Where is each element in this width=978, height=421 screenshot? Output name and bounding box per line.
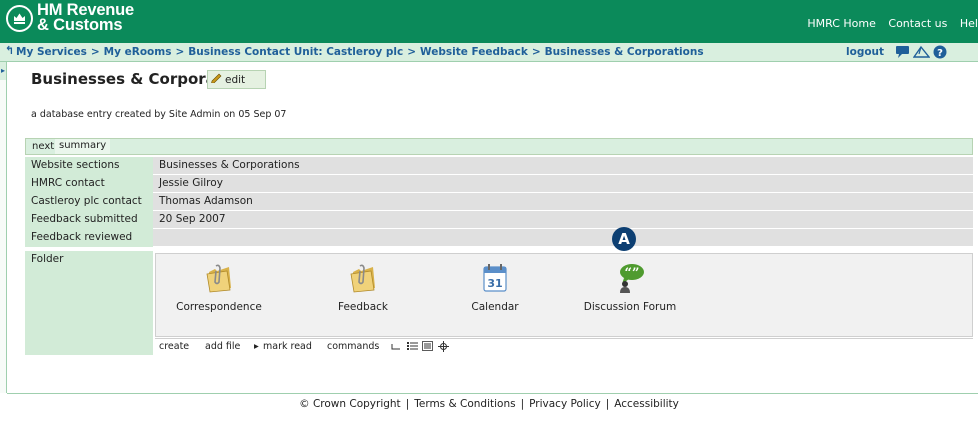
mark-read-button[interactable]: mark read xyxy=(263,341,312,352)
footer: © Crown Copyright | Terms & Conditions | Pri… xyxy=(0,398,978,410)
field-value: 20 Sep 2007 xyxy=(159,213,226,225)
field-label: Feedback submitted xyxy=(25,211,153,229)
left-rail xyxy=(0,62,7,393)
logout-link[interactable]: logout xyxy=(846,46,884,58)
folder-contents: Correspondence Feedback 31 Calendar “” D… xyxy=(155,253,973,337)
entry-fields-table: Website sections Businesses & Corporatio… xyxy=(25,157,973,247)
tab-next[interactable]: next xyxy=(32,141,54,152)
footer-separator: | xyxy=(520,398,525,410)
field-value: Thomas Adamson xyxy=(159,195,253,207)
chat-bubble-icon[interactable] xyxy=(895,44,910,63)
breadcrumb-current[interactable]: Businesses & Corporations xyxy=(545,46,704,58)
breadcrumb-business-contact-unit[interactable]: Business Contact Unit: Castleroy plc xyxy=(188,46,403,58)
edit-button[interactable]: edit xyxy=(207,70,266,89)
footer-separator: | xyxy=(405,398,410,410)
svg-text:?: ? xyxy=(937,48,943,59)
field-label: Castleroy plc contact xyxy=(25,193,153,211)
privacy-link[interactable]: Privacy Policy xyxy=(529,398,601,410)
pencil-icon xyxy=(211,73,223,86)
logo-line-2: & Customs xyxy=(37,16,123,34)
folder-item-label: Calendar xyxy=(471,301,519,313)
settings-crosshair-icon[interactable] xyxy=(438,341,449,355)
entry-created-info: a database entry created by Site Admin o… xyxy=(31,109,287,120)
folder-item-calendar[interactable]: 31 Calendar xyxy=(440,262,550,313)
breadcrumb-my-erooms[interactable]: My eRooms xyxy=(104,46,172,58)
calendar-day: 31 xyxy=(487,277,502,290)
field-label: HMRC contact xyxy=(25,175,153,193)
folder-icon xyxy=(347,262,379,294)
table-row: Website sections Businesses & Corporatio… xyxy=(25,157,973,175)
up-arrow-icon[interactable]: ↰ xyxy=(5,44,14,57)
folder-row: Folder Correspondence Feedback 31 Calend… xyxy=(25,251,973,355)
breadcrumb-separator: > xyxy=(531,46,541,58)
mark-read-triangle-icon[interactable]: ▸ xyxy=(254,341,259,352)
breadcrumb-website-feedback[interactable]: Website Feedback xyxy=(420,46,528,58)
folder-item-label: Feedback xyxy=(337,301,388,313)
breadcrumb-bar: ↰ My Services > My eRooms > Business Contact… xyxy=(0,43,978,62)
folder-item-feedback[interactable]: Feedback xyxy=(308,262,418,313)
folder-item-label: Correspondence xyxy=(176,301,262,313)
field-value: Jessie Gilroy xyxy=(159,177,223,189)
send-icon[interactable] xyxy=(912,44,931,63)
terms-link[interactable]: Terms & Conditions xyxy=(414,398,515,410)
annotation-badge: A xyxy=(612,227,636,251)
folder-item-discussion-forum[interactable]: “” Discussion Forum xyxy=(575,262,685,313)
hide-icon[interactable] xyxy=(391,341,401,354)
contact-us-link[interactable]: Contact us xyxy=(888,17,947,30)
footer-separator: | xyxy=(605,398,610,410)
top-header-bar: HM Revenue & Customs HMRC Home Contact u… xyxy=(0,0,978,43)
top-links: HMRC Home Contact us Hel xyxy=(807,17,978,30)
svg-text:“”: “” xyxy=(625,266,640,281)
logo-text: HM Revenue & Customs xyxy=(37,2,134,34)
field-label: Website sections xyxy=(25,157,153,175)
detail-view-icon[interactable] xyxy=(422,341,433,354)
create-button[interactable]: create xyxy=(159,341,189,352)
calendar-icon: 31 xyxy=(479,262,511,294)
table-row: Feedback reviewed xyxy=(25,229,973,247)
help-icon[interactable]: ? xyxy=(933,44,947,63)
copyright-link[interactable]: © Crown Copyright xyxy=(299,398,401,410)
table-row: Castleroy plc contact Thomas Adamson xyxy=(25,193,973,211)
folder-icon xyxy=(203,262,235,294)
breadcrumb-my-services[interactable]: My Services xyxy=(16,46,87,58)
field-value: Businesses & Corporations xyxy=(159,159,300,171)
crown-crest-icon xyxy=(6,5,33,32)
breadcrumb-separator: > xyxy=(407,46,417,58)
commands-menu[interactable]: commands xyxy=(327,341,379,352)
hmrc-home-link[interactable]: HMRC Home xyxy=(807,17,876,30)
expand-panel-icon[interactable]: ▸ xyxy=(0,62,7,80)
table-row: Feedback submitted 20 Sep 2007 xyxy=(25,211,973,229)
accessibility-link[interactable]: Accessibility xyxy=(614,398,679,410)
discussion-icon: “” xyxy=(614,262,646,294)
folder-label: Folder xyxy=(25,251,153,355)
folder-item-label: Discussion Forum xyxy=(583,301,677,313)
table-row: HMRC contact Jessie Gilroy xyxy=(25,175,973,193)
edit-label: edit xyxy=(225,73,246,86)
breadcrumb-separator: > xyxy=(90,46,100,58)
field-label: Feedback reviewed xyxy=(25,229,153,247)
view-tabs-bar: next summary xyxy=(25,138,973,155)
breadcrumb-separator: > xyxy=(175,46,185,58)
add-file-button[interactable]: add file xyxy=(205,341,240,352)
footer-divider xyxy=(7,393,978,394)
command-bar: create add file ▸ mark read commands xyxy=(155,338,973,354)
help-link[interactable]: Hel xyxy=(960,17,978,30)
breadcrumb: My Services > My eRooms > Business Contact U… xyxy=(16,46,704,58)
list-view-icon[interactable] xyxy=(407,341,418,354)
folder-item-correspondence[interactable]: Correspondence xyxy=(164,262,274,313)
tab-summary[interactable]: summary xyxy=(55,139,111,154)
toolbar-icons: ? xyxy=(895,44,947,63)
hmrc-logo[interactable]: HM Revenue & Customs xyxy=(6,2,134,34)
